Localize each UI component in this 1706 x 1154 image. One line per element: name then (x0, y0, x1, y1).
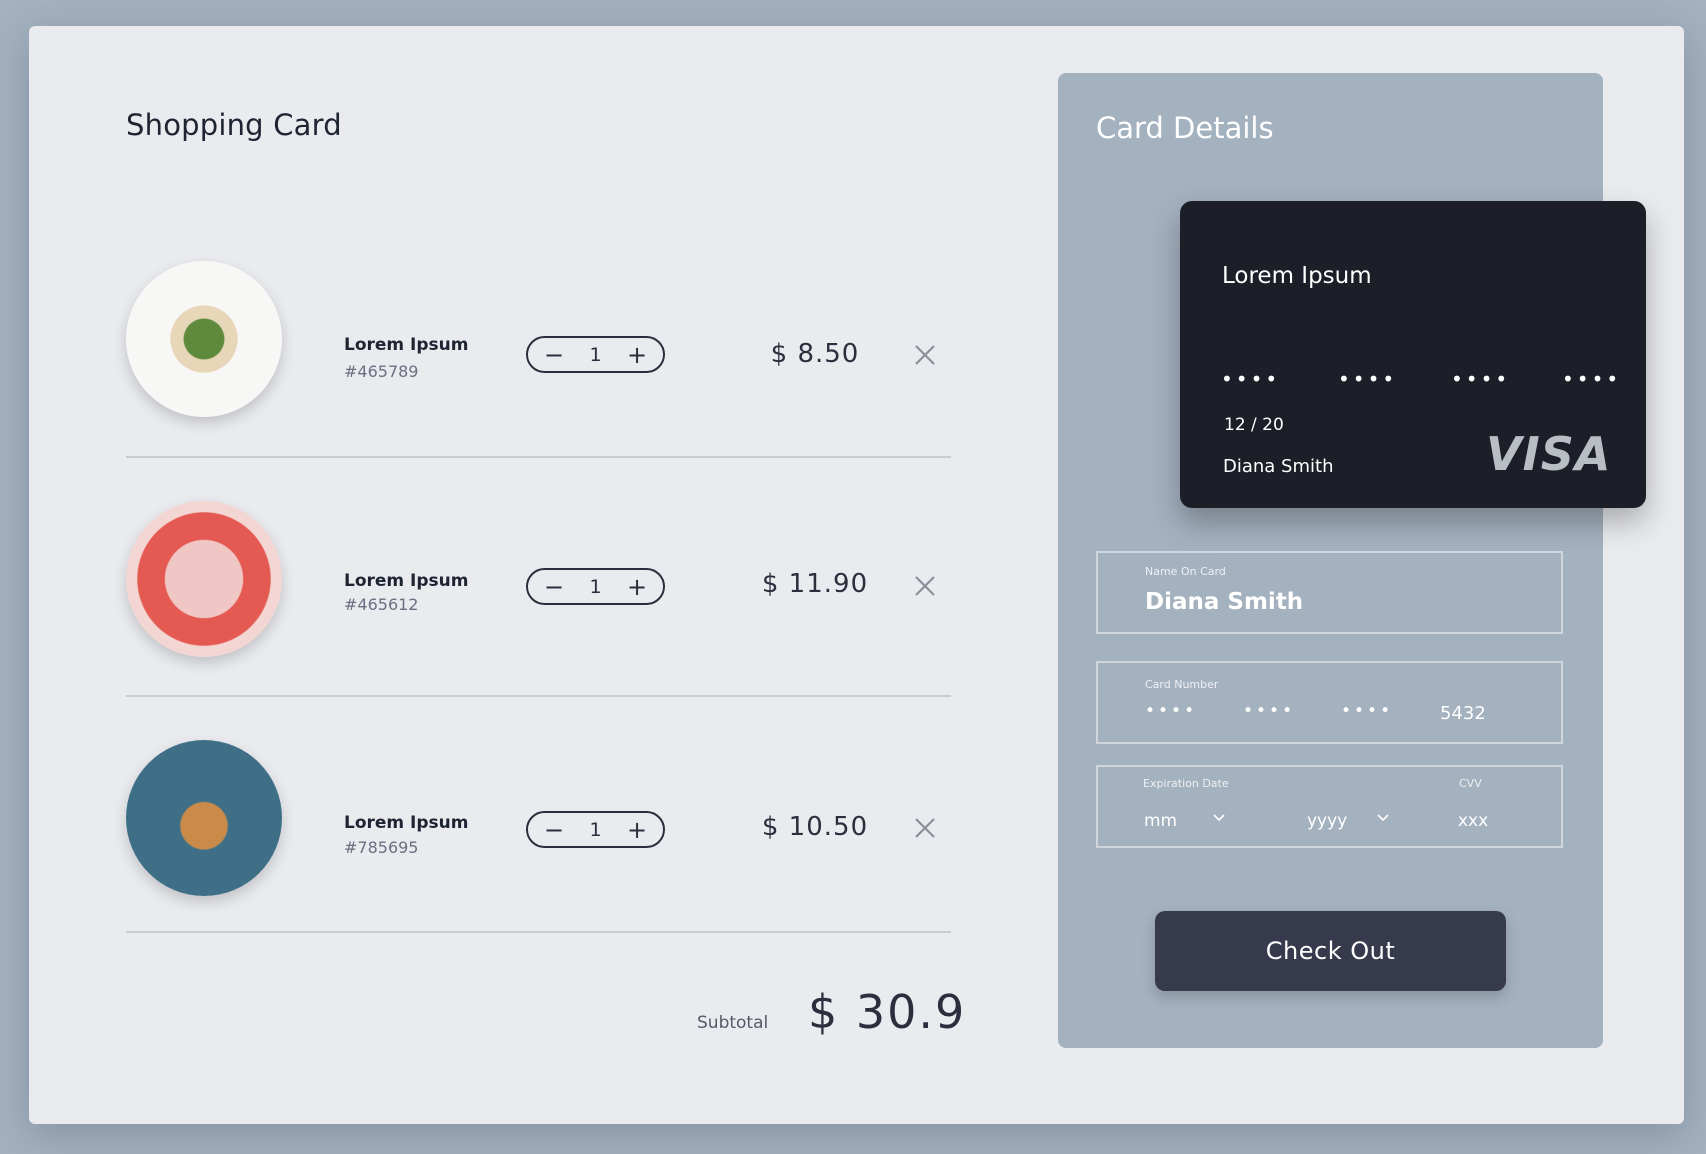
close-icon[interactable] (913, 343, 937, 367)
expiry-year-select[interactable]: yyyy (1307, 811, 1347, 831)
cart-item: Lorem Ipsum #465789 − 1 + $ 8.50 (126, 247, 951, 487)
field-label: Card Number (1145, 678, 1219, 691)
field-label: Name On Card (1145, 565, 1226, 578)
expiry-cvv-field: Expiration Date mm yyyy CVV xxx (1096, 765, 1563, 848)
item-name: Lorem Ipsum (344, 571, 469, 591)
card-number-group: •••• (1221, 367, 1281, 391)
panel-title: Card Details (1096, 111, 1274, 145)
close-icon[interactable] (913, 816, 937, 840)
plus-icon[interactable]: + (627, 818, 647, 842)
item-name: Lorem Ipsum (344, 335, 469, 355)
credit-card-preview: Lorem Ipsum •••• •••• •••• •••• 12 / 20 … (1180, 201, 1646, 508)
card-number-group: •••• (1562, 367, 1622, 391)
item-price: $ 11.90 (761, 569, 869, 599)
plus-icon[interactable]: + (627, 343, 647, 367)
card-number-dots: •••• (1243, 701, 1296, 721)
card-title: Lorem Ipsum (1222, 263, 1372, 289)
item-price: $ 8.50 (770, 339, 860, 369)
food-image (126, 501, 282, 657)
chevron-down-icon[interactable] (1212, 810, 1226, 824)
food-image (126, 261, 282, 417)
quantity-stepper: − 1 + (526, 811, 665, 848)
card-number-last4[interactable]: 5432 (1440, 703, 1486, 724)
item-sku: #465789 (344, 362, 419, 381)
cvv-input[interactable]: xxx (1458, 811, 1488, 831)
close-icon[interactable] (913, 574, 937, 598)
item-name: Lorem Ipsum (344, 813, 469, 833)
field-label: CVV (1459, 777, 1482, 790)
quantity-stepper: − 1 + (526, 336, 665, 373)
food-image (126, 740, 282, 896)
card-number-group: •••• (1451, 367, 1511, 391)
quantity-value[interactable]: 1 (589, 819, 601, 841)
card-number-group: •••• (1338, 367, 1398, 391)
item-price: $ 10.50 (761, 812, 869, 842)
checkout-button[interactable]: Check Out (1155, 911, 1506, 991)
card-number-dots: •••• (1145, 701, 1198, 721)
field-label: Expiration Date (1143, 777, 1229, 790)
divider (126, 695, 951, 697)
quantity-stepper: − 1 + (526, 568, 665, 605)
plus-icon[interactable]: + (627, 575, 647, 599)
name-on-card-field[interactable]: Name On Card Diana Smith (1096, 551, 1563, 634)
card-holder: Diana Smith (1223, 456, 1334, 477)
name-on-card-input[interactable]: Diana Smith (1145, 589, 1303, 615)
divider (126, 456, 951, 458)
item-sku: #785695 (344, 838, 419, 857)
minus-icon[interactable]: − (544, 343, 564, 367)
card-number-dots: •••• (1341, 701, 1394, 721)
minus-icon[interactable]: − (544, 575, 564, 599)
visa-logo: VISA (1486, 427, 1612, 481)
chevron-down-icon[interactable] (1376, 810, 1390, 824)
cart-item: Lorem Ipsum #465612 − 1 + $ 11.90 (126, 484, 951, 724)
subtotal-value: $ 30.9 (808, 985, 967, 1039)
page-title: Shopping Card (126, 108, 342, 142)
expiry-month-select[interactable]: mm (1144, 811, 1177, 831)
card-number-field[interactable]: Card Number •••• •••• •••• 5432 (1096, 661, 1563, 744)
divider (126, 931, 951, 933)
cart-item: Lorem Ipsum #785695 − 1 + $ 10.50 (126, 723, 951, 963)
minus-icon[interactable]: − (544, 818, 564, 842)
subtotal-label: Subtotal (697, 1013, 769, 1033)
card-expiry: 12 / 20 (1224, 415, 1284, 435)
quantity-value[interactable]: 1 (589, 576, 601, 598)
item-sku: #465612 (344, 595, 419, 614)
quantity-value[interactable]: 1 (589, 344, 601, 366)
